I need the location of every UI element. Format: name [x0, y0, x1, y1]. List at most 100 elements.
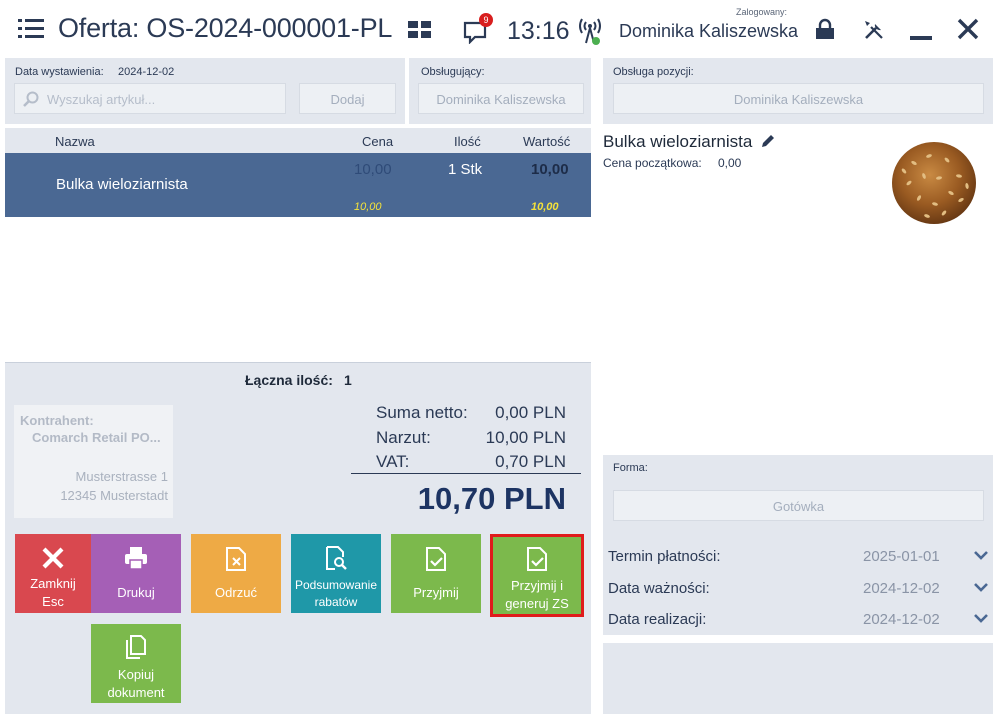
- close-tile-label-2: Esc: [42, 594, 64, 609]
- total-qty-value: 1: [344, 372, 352, 388]
- accept-document-icon: [426, 547, 446, 571]
- col-name[interactable]: Nazwa: [55, 134, 95, 149]
- net-value: 0,00 PLN: [495, 403, 566, 422]
- table-row[interactable]: Bulka wieloziarnista 10,00 1 Stk 10,00 1…: [5, 153, 591, 217]
- vat-value: 0,70 PLN: [495, 452, 566, 471]
- discount-summary-button[interactable]: Podsumowanie rabatów: [291, 534, 381, 613]
- chevron-down-icon[interactable]: [973, 581, 989, 593]
- realization-date-row[interactable]: Data realizacji: 2024-12-02: [603, 603, 996, 635]
- notes-panel: [603, 643, 993, 714]
- col-value[interactable]: Wartość: [523, 134, 570, 149]
- payment-form-label: Forma:: [613, 462, 648, 474]
- position-handler-value: Dominika Kaliszewska: [733, 92, 864, 107]
- header-bar: Oferta: OS-2024-000001-PL 9 13:16 Zalogo…: [0, 0, 1004, 58]
- validity-date-row[interactable]: Data ważności: 2024-12-02: [603, 572, 996, 604]
- row-price: 10,00: [354, 161, 392, 178]
- reject-label: Odrzuć: [215, 585, 257, 600]
- tiles-view-icon[interactable]: [408, 21, 432, 39]
- col-quantity[interactable]: Ilość: [454, 134, 481, 149]
- add-button-label: Dodaj: [330, 92, 365, 107]
- search-input[interactable]: Wyszukaj artykuł...: [14, 83, 286, 114]
- chevron-down-icon[interactable]: [973, 549, 989, 561]
- issue-date-label: Data wystawienia:: [15, 66, 104, 78]
- accept-gen-label-2: generuj ZS: [505, 596, 569, 611]
- handler-label: Obsługujący:: [421, 66, 485, 78]
- search-icon: [23, 91, 39, 107]
- validity-date-label: Data ważności:: [608, 580, 710, 597]
- payment-form-value: Gotówka: [772, 499, 825, 514]
- payment-form-select[interactable]: Gotówka: [613, 490, 984, 521]
- notification-badge: 9: [479, 13, 493, 27]
- markup-value: 10,00 PLN: [485, 428, 566, 447]
- document-panel: Data wystawienia: 2024-12-02 Wyszukaj ar…: [5, 58, 405, 124]
- handler-select[interactable]: Dominika Kaliszewska: [418, 83, 584, 114]
- accept-gen-label-1: Przyjmij i: [511, 578, 563, 593]
- print-button[interactable]: Drukuj: [91, 534, 181, 613]
- contractor-city: 12345 Musterstadt: [60, 488, 168, 503]
- contractor-card[interactable]: Kontrahent: Comarch Retail PO... Musters…: [14, 405, 173, 518]
- menu-icon[interactable]: [18, 18, 44, 40]
- col-price[interactable]: Cena: [362, 134, 393, 149]
- copy-label-1: Kopiuj: [117, 667, 155, 682]
- contractor-street: Musterstrasse 1: [75, 469, 168, 484]
- validity-date-value: 2024-12-02: [863, 580, 940, 597]
- due-date-label: Termin płatności:: [608, 548, 721, 565]
- contractor-name: Comarch Retail PO...: [32, 430, 161, 445]
- add-button[interactable]: Dodaj: [299, 83, 396, 114]
- row-value-sub: 10,00: [531, 201, 559, 213]
- handler-value: Dominika Kaliszewska: [436, 92, 566, 107]
- markup-label: Narzut:: [376, 428, 431, 447]
- edit-pencil-icon[interactable]: [760, 133, 776, 149]
- table-empty-area: [5, 217, 591, 362]
- row-price-sub: 10,00: [354, 201, 382, 213]
- clock: 13:16: [507, 17, 570, 45]
- document-search-icon: [326, 546, 347, 570]
- minimize-icon[interactable]: [910, 36, 932, 40]
- initial-price-label: Cena początkowa:: [603, 156, 702, 170]
- copy-document-button[interactable]: Kopiuj dokument: [91, 624, 181, 703]
- issue-date-value[interactable]: 2024-12-02: [118, 66, 174, 78]
- printer-icon: [125, 547, 147, 570]
- lock-icon[interactable]: [814, 18, 836, 40]
- handler-panel: Obsługujący: Dominika Kaliszewska: [409, 58, 591, 124]
- chevron-down-icon[interactable]: [973, 612, 989, 624]
- tools-icon[interactable]: [862, 18, 886, 42]
- page-title: Oferta: OS-2024-000001-PL: [58, 13, 393, 43]
- close-tile-label-1: Zamknij: [30, 576, 76, 591]
- realization-date-label: Data realizacji:: [608, 611, 707, 628]
- accept-label: Przyjmij: [413, 585, 459, 600]
- close-tile-icon: [42, 547, 64, 569]
- row-quantity[interactable]: 1 Stk: [448, 161, 482, 178]
- user-name[interactable]: Dominika Kaliszewska: [619, 21, 798, 42]
- position-handler-label: Obsługa pozycji:: [613, 66, 694, 78]
- net-label: Suma netto:: [376, 403, 468, 422]
- payment-form-panel: Forma: Gotówka: [603, 455, 993, 535]
- position-handler-select[interactable]: Dominika Kaliszewska: [613, 83, 984, 114]
- reject-document-icon: [226, 547, 246, 571]
- product-name: Bulka wieloziarnista: [603, 132, 753, 151]
- summary-divider: [351, 473, 581, 474]
- due-date-value: 2025-01-01: [863, 548, 940, 565]
- total-qty-label: Łączna ilość:: [245, 372, 333, 388]
- print-label: Drukuj: [117, 585, 155, 600]
- accept-generate-icon: [527, 547, 547, 571]
- search-placeholder: Wyszukaj artykuł...: [47, 92, 156, 107]
- copy-label-2: dokument: [107, 685, 165, 700]
- logged-in-label: Zalogowany:: [736, 7, 788, 17]
- connection-status-icon: [578, 16, 602, 46]
- total-quantity-bar: Łączna ilość: 1: [5, 362, 591, 394]
- row-name: Bulka wieloziarnista: [56, 176, 188, 193]
- total-amount: 10,70 PLN: [417, 481, 566, 516]
- row-value: 10,00: [531, 161, 569, 178]
- close-tile-button[interactable]: Zamknij Esc: [15, 534, 91, 613]
- position-handler-panel: Obsługa pozycji: Dominika Kaliszewska: [603, 58, 993, 124]
- due-date-row[interactable]: Termin płatności: 2025-01-01: [603, 540, 996, 572]
- close-icon[interactable]: [957, 18, 979, 40]
- accept-button[interactable]: Przyjmij: [391, 534, 481, 613]
- contractor-label: Kontrahent:: [20, 413, 94, 428]
- vat-label: VAT:: [376, 452, 410, 471]
- accept-and-generate-button[interactable]: Przyjmij i generuj ZS: [490, 534, 584, 617]
- reject-button[interactable]: Odrzuć: [191, 534, 281, 613]
- discount-label-2: rabatów: [314, 595, 358, 609]
- product-image: [892, 142, 976, 224]
